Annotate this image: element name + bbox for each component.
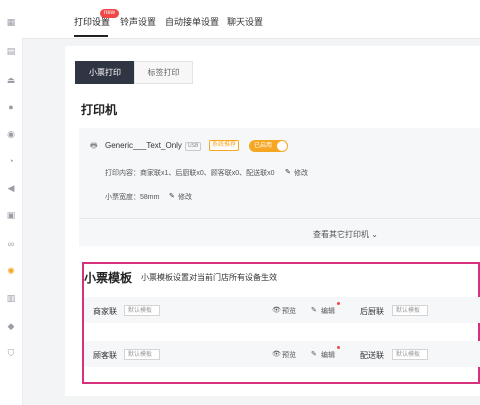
modify-width-link[interactable]: 修改 xyxy=(178,192,192,202)
megaphone-icon[interactable]: ◀ xyxy=(6,183,16,193)
template-row: 顾客联 默认模板 👁 预览 ✎ 编辑 配送联 默认模板 xyxy=(84,341,480,367)
new-dot xyxy=(337,346,340,349)
printer-enable-toggle[interactable]: 已启用 xyxy=(249,140,288,152)
receipt-template-title: 小票模板 xyxy=(84,271,133,285)
recommend-tag: 系统推荐 xyxy=(209,140,240,151)
delivery-template-select[interactable]: 默认模板 xyxy=(392,349,428,360)
tab-ringtone-settings[interactable]: 铃声设置 xyxy=(120,15,156,28)
preview-button[interactable]: 预览 xyxy=(282,306,296,316)
preview-button[interactable]: 预览 xyxy=(282,350,296,360)
modify-content-link[interactable]: 修改 xyxy=(294,168,308,178)
target-icon[interactable]: ◉ xyxy=(6,129,16,139)
merchant-template-select[interactable]: 默认模板 xyxy=(124,305,160,316)
settings-icon[interactable]: ✺ xyxy=(6,266,16,276)
tab-chat-settings[interactable]: 聊天设置 xyxy=(227,15,263,28)
chevron-down-icon: ⌄ xyxy=(371,230,378,239)
edit-icon[interactable]: ✎ xyxy=(311,350,317,358)
receipt-width-text: 小票宽度：58mm xyxy=(105,194,160,201)
delivery-copy-label: 配送联 xyxy=(360,351,384,360)
subtab-receipt-print[interactable]: 小票打印 xyxy=(75,61,135,84)
merchant-copy-label: 商家联 xyxy=(93,307,117,316)
edit-button[interactable]: 编辑 xyxy=(321,306,335,316)
edit-icon[interactable]: ✎ xyxy=(311,306,317,314)
bike-icon[interactable]: ∞ xyxy=(6,239,16,249)
template-row: 商家联 默认模板 👁 预览 ✎ 编辑 后厨联 默认模板 xyxy=(84,297,480,323)
eye-icon[interactable]: 👁 xyxy=(272,306,281,314)
customer-template-select[interactable]: 默认模板 xyxy=(124,349,160,360)
eye-icon[interactable]: 👁 xyxy=(272,350,281,358)
user-icon[interactable]: ● xyxy=(6,102,16,112)
gift-icon[interactable]: ▣ xyxy=(6,210,16,220)
usb-tag: USB xyxy=(185,142,202,151)
active-tab-underline xyxy=(74,35,108,37)
toggle-knob xyxy=(277,141,287,151)
view-other-printers-link[interactable]: 查看其它打印机 ⌄ xyxy=(313,229,378,240)
subtab-label-print[interactable]: 标签打印 xyxy=(134,61,193,84)
print-content-text: 打印内容：商家联x1、后厨联x0、顾客联x0、配送联x0 xyxy=(105,170,275,177)
printer-divider xyxy=(79,218,480,219)
top-nav: 打印设置 new 铃声设置 自动接单设置 聊天设置 xyxy=(22,0,480,39)
new-dot xyxy=(337,302,340,305)
printer-section-title: 打印机 xyxy=(81,103,118,117)
store-icon[interactable]: ⏏ xyxy=(6,75,16,85)
customer-copy-label: 顾客联 xyxy=(93,351,117,360)
edit-button[interactable]: 编辑 xyxy=(321,350,335,360)
toggle-label: 已启用 xyxy=(254,143,273,149)
printer-icon: 🖶 xyxy=(90,141,98,150)
pie-icon[interactable]: ◔ xyxy=(6,156,16,166)
document-icon[interactable]: ▤ xyxy=(6,46,16,56)
new-badge: new xyxy=(100,9,120,18)
book-icon[interactable]: ▥ xyxy=(6,293,16,303)
receipt-template-desc: 小票模板设置对当前门店所有设备生效 xyxy=(141,273,277,282)
tab-auto-accept-settings[interactable]: 自动接单设置 xyxy=(165,15,219,28)
shield-icon[interactable]: ⛉ xyxy=(6,348,16,358)
edit-pencil-icon[interactable]: ✎ xyxy=(285,168,291,176)
kitchen-template-select[interactable]: 默认模板 xyxy=(392,305,428,316)
sidebar: ▦ ▤ ⏏ ● ◉ ◔ ◀ ▣ ∞ ✺ ▥ ◆ ⛉ xyxy=(0,0,23,405)
printer-card: 🖶 Generic___Text_Only USB 系统推荐 已启用 打印内容：… xyxy=(79,128,480,246)
dashboard-icon[interactable]: ▦ xyxy=(6,17,16,27)
edit-pencil-icon[interactable]: ✎ xyxy=(169,192,175,200)
kitchen-copy-label: 后厨联 xyxy=(360,307,384,316)
printer-name: Generic___Text_Only xyxy=(105,141,182,150)
diamond-icon[interactable]: ◆ xyxy=(6,321,16,331)
